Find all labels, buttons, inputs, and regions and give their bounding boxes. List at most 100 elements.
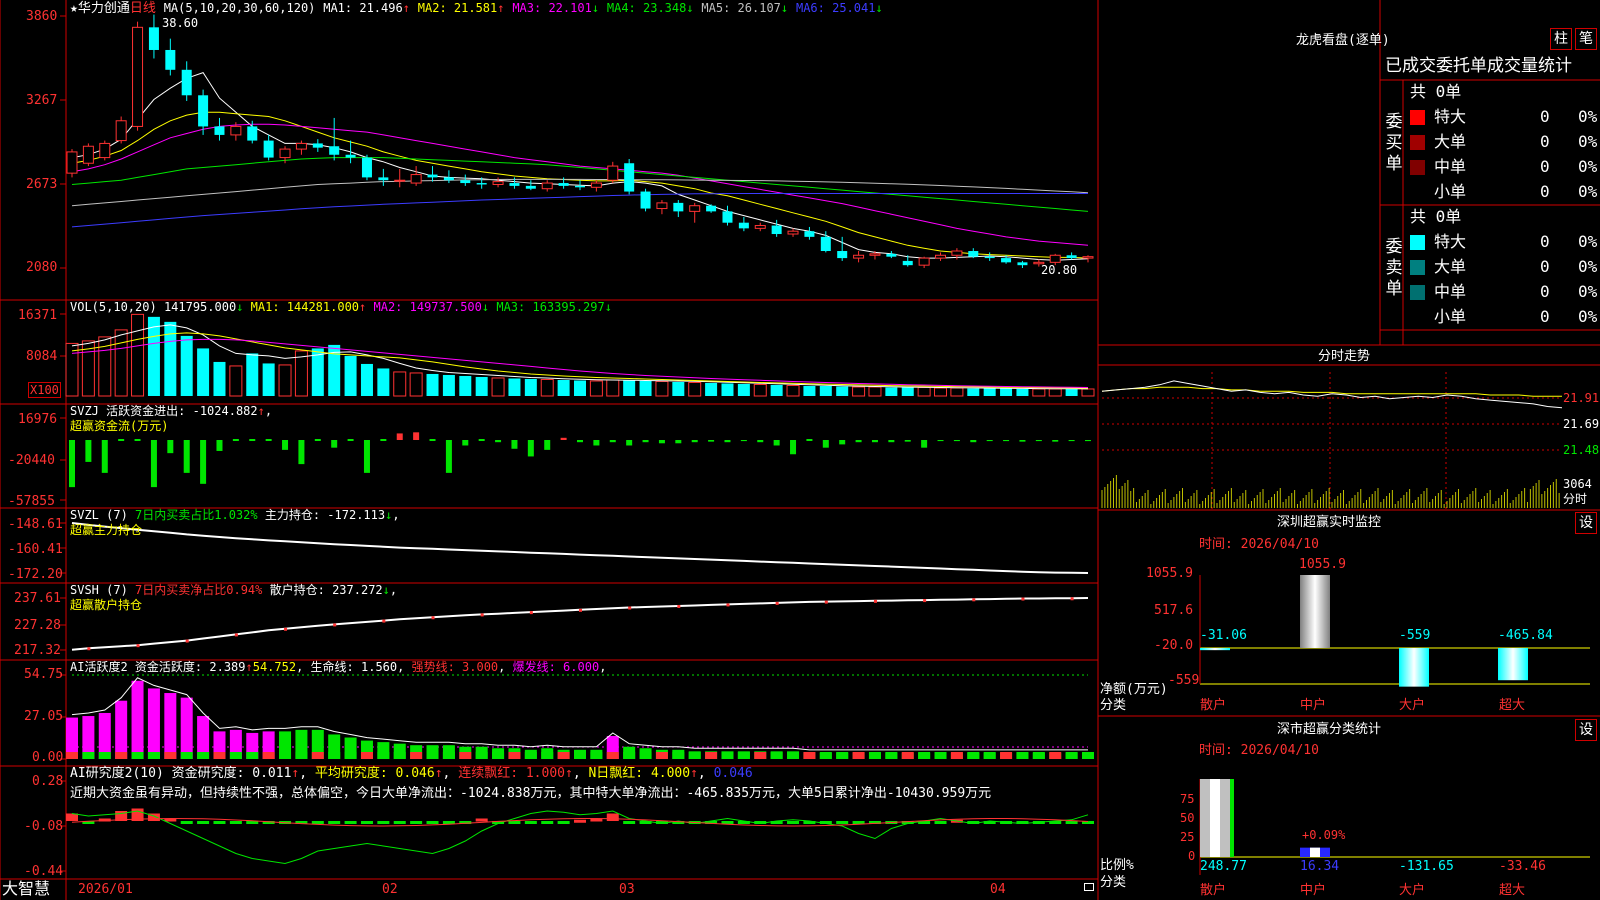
- sz-monitor-value: 1055.9: [1299, 557, 1346, 572]
- flow-bar: [118, 439, 125, 441]
- research-bar: [524, 821, 537, 824]
- candle-body: [951, 250, 963, 256]
- ma5-value: MA5: 26.107: [701, 1, 788, 15]
- candle-body: [689, 205, 701, 212]
- pen-view-button[interactable]: 笔: [1575, 28, 1597, 50]
- activity-base-bar: [541, 752, 554, 759]
- sell-pct: 0%: [1578, 282, 1598, 301]
- volume-unit-box[interactable]: X100: [28, 382, 61, 398]
- volume-bar: [606, 379, 620, 397]
- volume-bar: [655, 380, 669, 397]
- flow-bar: [871, 440, 878, 443]
- activity-base-bar: [574, 752, 586, 759]
- price-low-label: 20.80: [1041, 263, 1078, 277]
- activity-bar: [131, 680, 144, 759]
- tab-volume-stats[interactable]: 成交量统计: [1487, 56, 1572, 76]
- tab-orders[interactable]: 委托单: [1436, 56, 1487, 76]
- svzl-ratio: 7日内买卖占比1.032%: [135, 508, 258, 522]
- price-tick: 3860: [26, 9, 58, 24]
- flow-bar: [937, 440, 944, 442]
- ma3-value: MA3: 22.101: [512, 1, 599, 15]
- candle-body: [624, 163, 635, 192]
- volume-bar: [197, 348, 210, 396]
- candle-body: [771, 225, 782, 235]
- buy-pct: 0%: [1578, 132, 1598, 151]
- volume-bar: [836, 386, 849, 396]
- sz-monitor-ylabel: 净额(万元): [1100, 682, 1168, 697]
- volume-bar: [901, 387, 914, 396]
- volume-bar: [950, 387, 964, 397]
- svzl-subtitle: 超赢主力持仓: [70, 523, 143, 537]
- candle-body: [427, 174, 438, 178]
- ma2-value: MA2: 21.581: [418, 1, 505, 15]
- flow-bar: [216, 440, 223, 451]
- retail-holding-line: [71, 597, 1089, 651]
- brand-label[interactable]: 大智慧: [2, 879, 50, 898]
- activity-base-bar: [393, 752, 406, 759]
- sz-class-tick: 50: [1180, 811, 1195, 825]
- flow-bar: [1068, 440, 1075, 442]
- activity-bar: [147, 688, 160, 759]
- price-tick: 2673: [26, 177, 58, 192]
- stock-name[interactable]: 华力创通: [78, 1, 130, 16]
- flow-bar: [200, 440, 207, 484]
- research-bar: [623, 821, 636, 824]
- sz-class-title: 深市超赢分类统计: [1277, 722, 1382, 737]
- candle-body: [722, 211, 733, 223]
- flow-bar: [183, 440, 190, 473]
- lock-icon[interactable]: [1084, 883, 1094, 891]
- volume-bar: [229, 365, 243, 397]
- activity-base-bar: [836, 752, 849, 759]
- sell-value: 0: [1540, 232, 1550, 251]
- flow-bar: [790, 440, 797, 455]
- volume-bar: [475, 376, 488, 396]
- candle-body: [869, 253, 881, 256]
- research-bar: [328, 821, 341, 824]
- volume-bar: [459, 375, 472, 396]
- volume-bar: [393, 371, 407, 397]
- research-bar: [934, 821, 947, 824]
- star-icon[interactable]: ★: [70, 1, 78, 16]
- tab-traded[interactable]: 已成交: [1385, 56, 1436, 76]
- volume-bar: [967, 388, 980, 396]
- sz-monitor-settings-button[interactable]: 设: [1575, 512, 1597, 534]
- candle-body: [476, 183, 487, 185]
- ma4-value: MA4: 23.348: [607, 1, 694, 15]
- buy-label: 特大: [1434, 107, 1467, 126]
- buy-swatch: [1410, 160, 1425, 175]
- retail-marker: [480, 613, 484, 617]
- candle-body: [1082, 256, 1094, 259]
- flow-bar: [839, 440, 846, 445]
- candle-body: [82, 145, 94, 164]
- bar-view-button[interactable]: 柱: [1550, 28, 1572, 50]
- candle-body: [918, 257, 930, 266]
- activity-base-bar: [131, 752, 144, 759]
- activity-base-bar: [1049, 752, 1062, 759]
- activity-base-bar: [115, 752, 128, 759]
- candle-body: [492, 181, 504, 185]
- ai-research-avg: 平均研究度: 0.046: [315, 766, 443, 781]
- volume-bar: [589, 380, 603, 397]
- research-bar: [475, 818, 488, 822]
- price-tick: 2080: [26, 260, 58, 275]
- activity-base-bar: [246, 752, 259, 759]
- volume-bar: [147, 316, 160, 396]
- sz-class-settings-button[interactable]: 设: [1575, 719, 1597, 741]
- period-label[interactable]: 日线: [130, 1, 156, 16]
- svzl-header: SVZL (7) 7日内买卖占比1.032% 主力持仓: -172.113,: [70, 508, 400, 522]
- research-bar: [508, 821, 521, 824]
- candle-body: [295, 142, 307, 150]
- research-bar: [213, 821, 226, 824]
- sz-monitor-tick: -20.0: [1154, 638, 1194, 653]
- svsh-name: SVSH (7): [70, 583, 128, 597]
- retail-marker: [628, 606, 632, 610]
- buy-value: 0: [1540, 157, 1550, 176]
- volume-bar: [278, 364, 292, 397]
- candle-body: [361, 157, 372, 178]
- sz-monitor-tick: 1055.9: [1146, 566, 1193, 581]
- buy-value: 0: [1540, 132, 1550, 151]
- volume-bar: [753, 383, 767, 397]
- sell-value: 0: [1540, 257, 1550, 276]
- flow-bar: [380, 439, 387, 441]
- research-bar: [606, 813, 619, 821]
